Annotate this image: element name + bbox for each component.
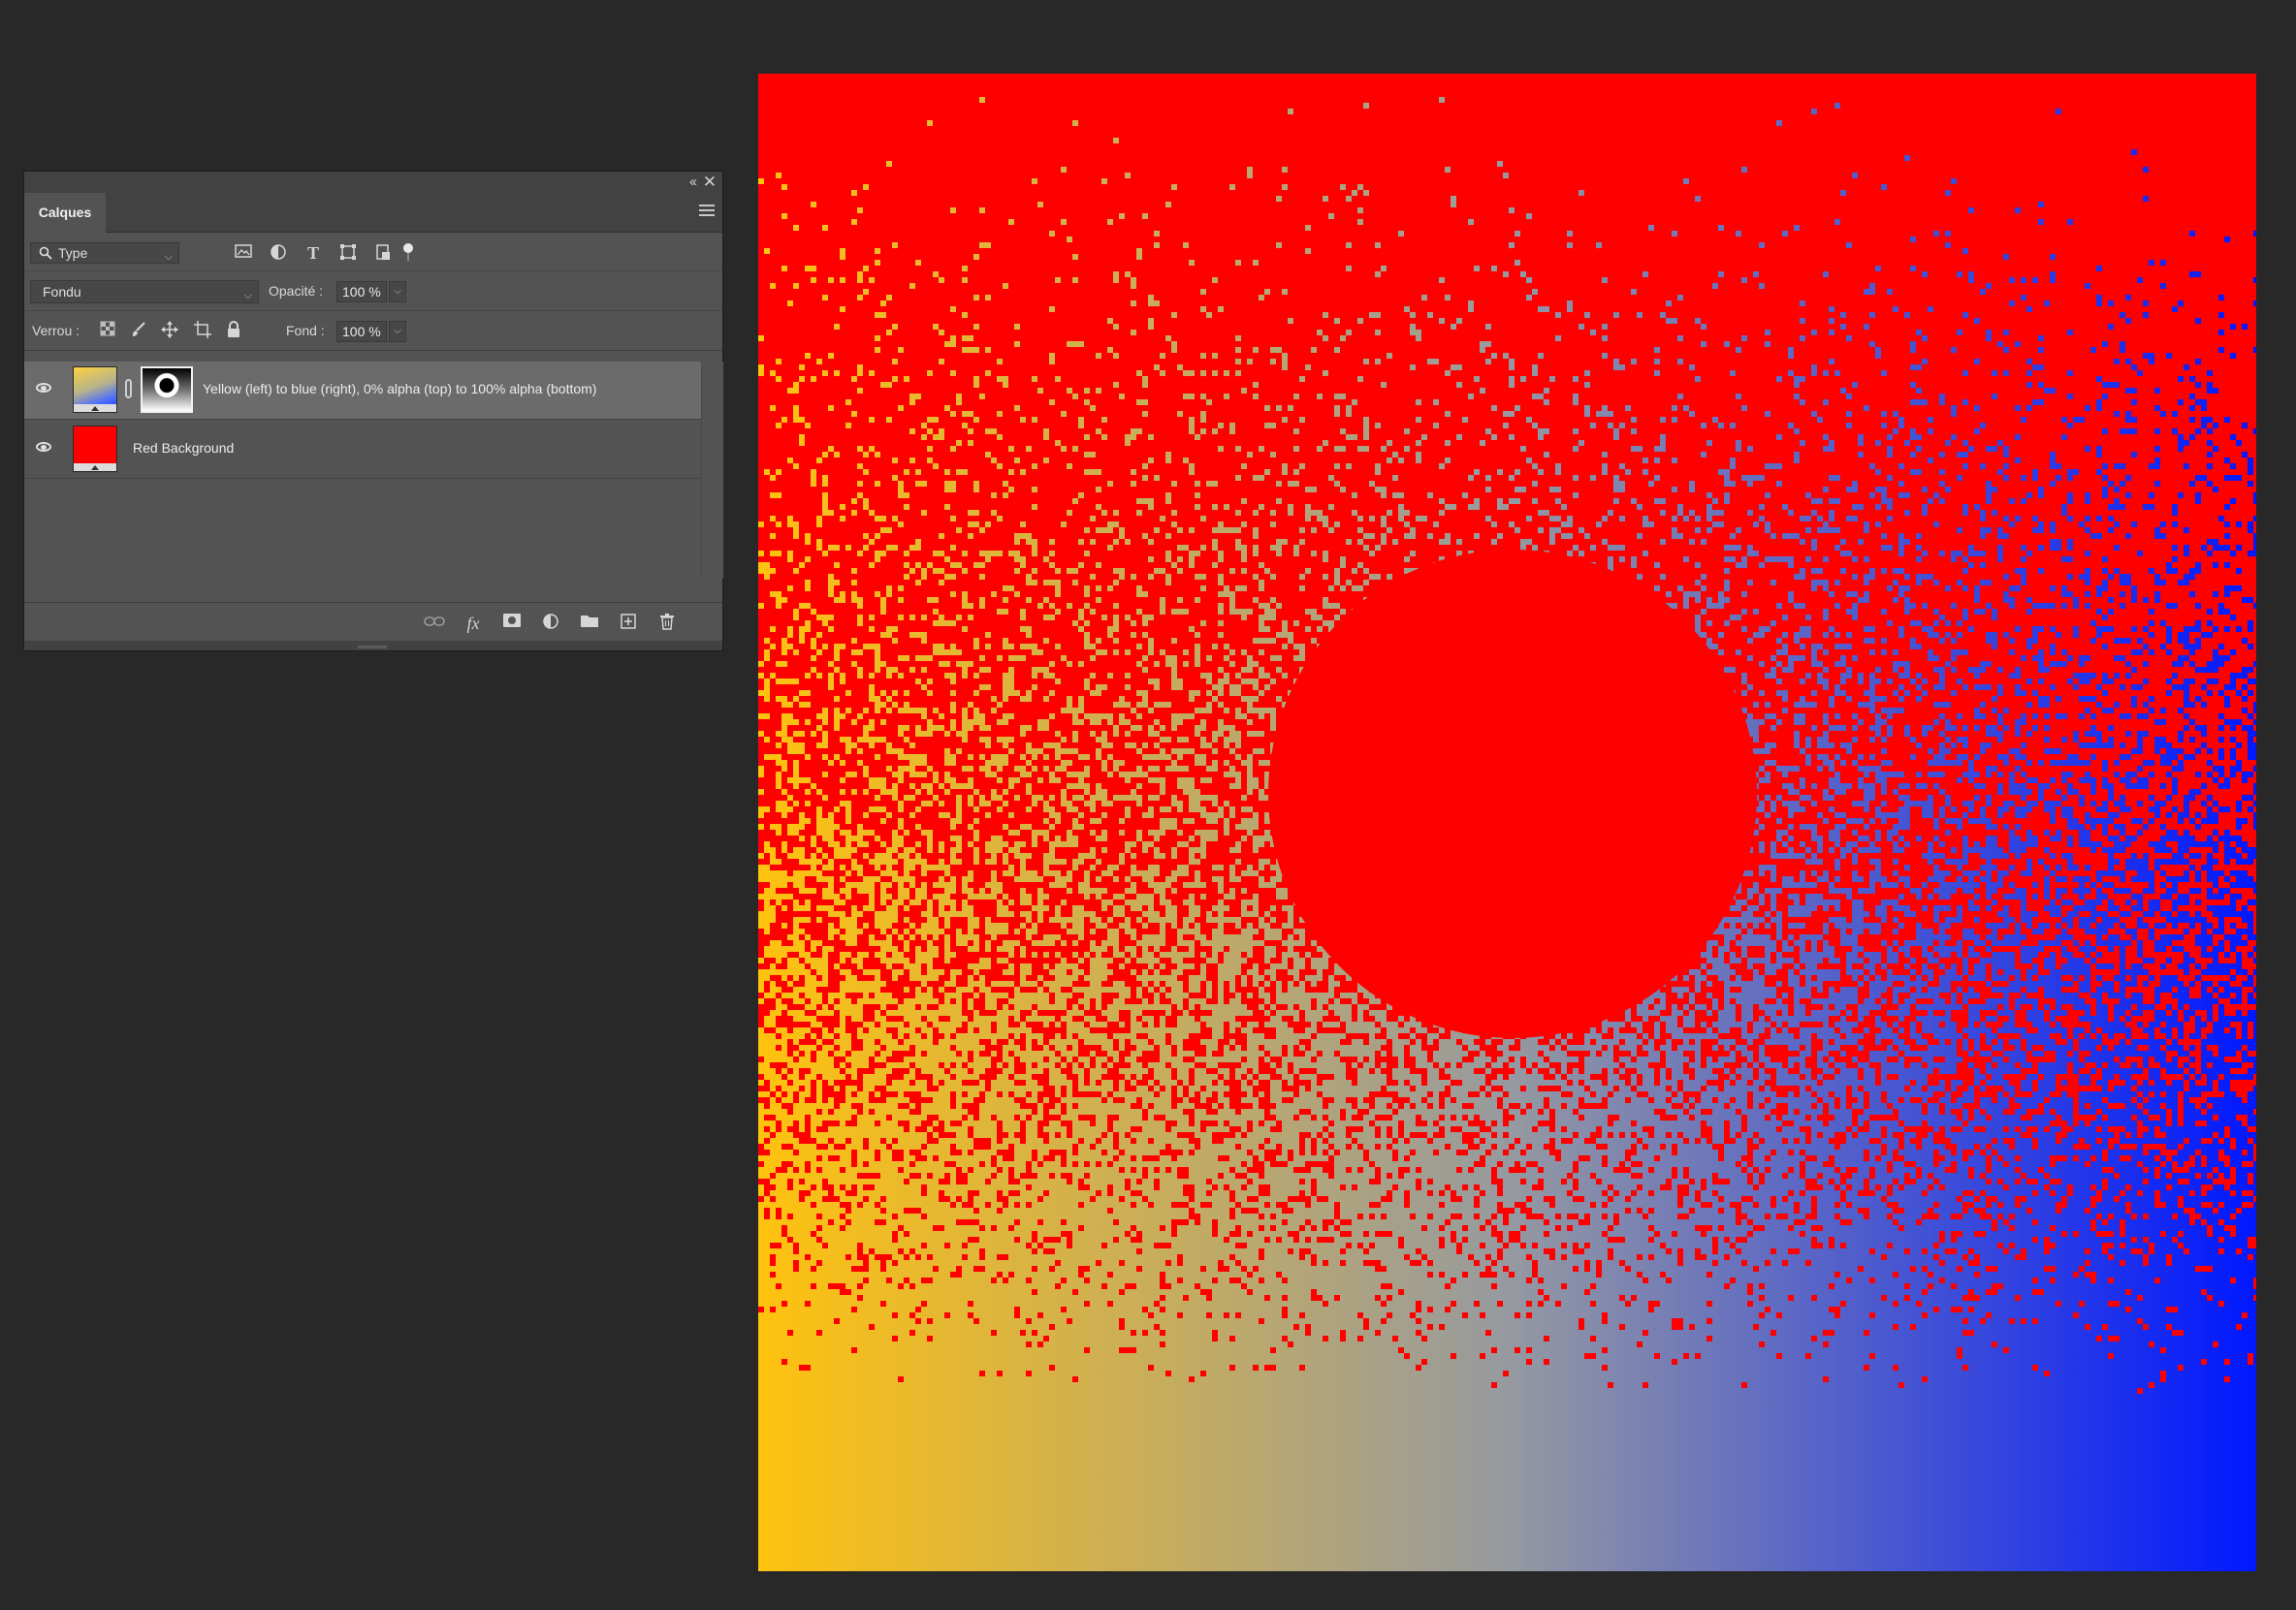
lock-all-icon[interactable] (224, 321, 243, 340)
visibility-eye-icon[interactable] (36, 442, 51, 452)
layer-row[interactable]: Yellow (left) to blue (right), 0% alpha … (24, 362, 701, 420)
opacity-field[interactable]: 100 % (336, 281, 387, 302)
layer-name[interactable]: Red Background (133, 440, 234, 456)
layer-name[interactable]: Yellow (left) to blue (right), 0% alpha … (203, 381, 596, 396)
close-panel-icon[interactable]: ✕ (703, 173, 717, 192)
layers-footer-toolbar: fx (24, 602, 722, 642)
lock-artboard-icon[interactable] (193, 321, 212, 340)
mask-link-icon[interactable] (125, 379, 132, 398)
canvas-artwork (758, 74, 2256, 1571)
adjustment-layer-icon[interactable] (540, 613, 561, 634)
shape-filter-icon[interactable] (338, 243, 358, 263)
panel-tab-bar: Calques (24, 193, 722, 233)
smart-object-filter-icon[interactable] (373, 243, 393, 263)
blend-mode-value: Fondu (43, 284, 81, 300)
search-icon (39, 246, 52, 260)
layers-scrollbar[interactable] (701, 362, 723, 579)
image-filter-icon[interactable] (234, 243, 253, 263)
lock-row: Verrou : Fond : 100 % ⌵ (24, 311, 722, 351)
chevron-down-icon: ⌵ (243, 290, 252, 301)
lock-image-icon[interactable] (129, 321, 148, 340)
fill-label: Fond : (286, 323, 325, 338)
layer-thumbnail[interactable] (73, 426, 117, 472)
type-filter-icon[interactable]: T (303, 243, 323, 263)
trash-icon[interactable] (656, 613, 678, 634)
group-folder-icon[interactable] (579, 613, 600, 634)
panel-bottom-bar (24, 641, 722, 650)
opacity-label: Opacité : (269, 283, 324, 299)
adjustment-filter-icon[interactable] (269, 243, 288, 263)
visibility-eye-icon[interactable] (36, 383, 51, 393)
resize-grip[interactable] (358, 646, 387, 648)
opacity-chevron-icon[interactable]: ⌵ (389, 281, 406, 302)
document-canvas[interactable] (758, 74, 2256, 1571)
layer-row[interactable]: Red Background (24, 421, 701, 479)
panel-menu-icon[interactable] (699, 205, 715, 219)
collapse-panel-icon[interactable]: ‹‹ (689, 174, 697, 190)
filter-kind-value: Type (58, 245, 88, 261)
lock-transparent-icon[interactable] (98, 321, 117, 340)
layer-mask-thumbnail[interactable] (141, 366, 193, 413)
fill-field[interactable]: 100 % (336, 321, 387, 342)
new-layer-icon[interactable] (618, 613, 639, 634)
fill-chevron-icon[interactable]: ⌵ (389, 321, 406, 342)
tab-calques[interactable]: Calques (24, 193, 106, 233)
panel-title-bar: ‹‹ ✕ (24, 172, 722, 193)
red-circle (1268, 550, 1757, 1038)
add-mask-icon[interactable] (501, 613, 523, 634)
blend-mode-dropdown[interactable]: Fondu ⌵ (30, 280, 259, 303)
layer-thumbnail[interactable] (73, 366, 117, 413)
link-layers-icon[interactable] (424, 613, 445, 634)
lock-label: Verrou : (32, 323, 80, 338)
layers-list: Yellow (left) to blue (right), 0% alpha … (24, 362, 701, 579)
lock-position-icon[interactable] (160, 321, 179, 340)
filter-kind-dropdown[interactable]: Type ⌵ (30, 242, 179, 264)
chevron-down-icon: ⌵ (164, 251, 173, 263)
layer-filter-row: Type ⌵ T (24, 232, 722, 271)
layers-panel: ‹‹ ✕ Calques Type ⌵ T Fondu ⌵ Opacité: … (23, 171, 723, 651)
fx-icon[interactable]: fx (462, 613, 484, 634)
blend-mode-row: Fondu ⌵ Opacité : 100 % ⌵ (24, 271, 722, 311)
